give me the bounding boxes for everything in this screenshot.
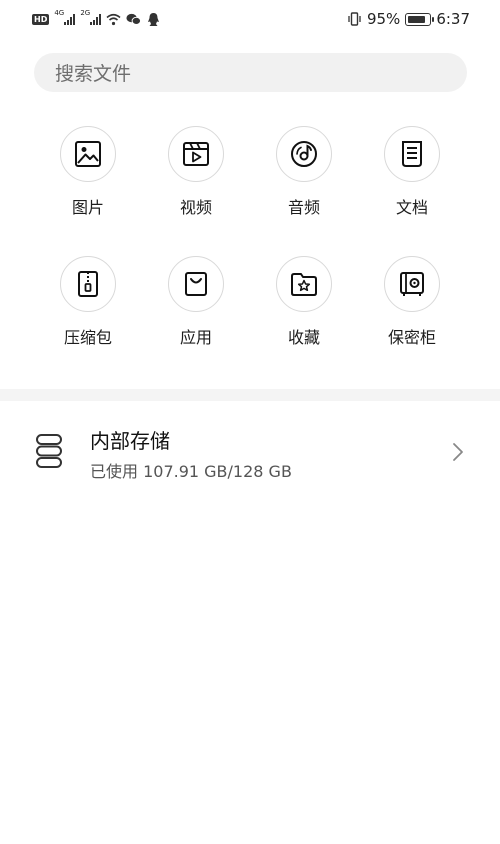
document-icon bbox=[384, 126, 440, 182]
category-apps[interactable]: 应用 bbox=[142, 256, 250, 348]
chevron-right-icon bbox=[451, 442, 465, 462]
app-bag-icon bbox=[168, 256, 224, 312]
storage-icon bbox=[36, 434, 62, 468]
category-label: 应用 bbox=[179, 328, 212, 347]
battery-fill bbox=[408, 15, 426, 23]
qq-icon bbox=[146, 12, 161, 27]
battery-percent: 95% bbox=[366, 10, 401, 28]
category-label: 收藏 bbox=[287, 328, 320, 347]
network-type-sim1: 4G bbox=[54, 9, 65, 17]
status-right: 95% 6:37 bbox=[347, 10, 470, 28]
category-label: 音频 bbox=[287, 198, 320, 217]
wifi-icon bbox=[106, 12, 121, 27]
signal-icon-sim1: 4G bbox=[54, 9, 76, 25]
search-placeholder: 搜索文件 bbox=[55, 63, 132, 85]
vibrate-icon bbox=[347, 12, 362, 27]
search-input[interactable]: 搜索文件 bbox=[34, 53, 467, 92]
signal-icon-sim2: 2G bbox=[80, 9, 102, 25]
section-divider bbox=[0, 389, 500, 401]
category-label: 图片 bbox=[71, 198, 104, 217]
safe-icon bbox=[384, 256, 440, 312]
battery-icon bbox=[405, 12, 435, 26]
storage-usage: 已使用 107.91 GB/128 GB bbox=[90, 462, 292, 481]
video-icon bbox=[168, 126, 224, 182]
category-videos[interactable]: 视频 bbox=[142, 126, 250, 218]
category-images[interactable]: 图片 bbox=[34, 126, 142, 218]
internal-storage-row[interactable]: 内部存储 已使用 107.91 GB/128 GB bbox=[0, 401, 500, 501]
storage-title: 内部存储 bbox=[90, 429, 170, 453]
clock: 6:37 bbox=[436, 10, 470, 28]
category-documents[interactable]: 文档 bbox=[358, 126, 466, 218]
status-left: HD 4G 2G bbox=[32, 9, 161, 27]
category-label: 压缩包 bbox=[63, 328, 112, 347]
archive-icon bbox=[60, 256, 116, 312]
audio-icon bbox=[276, 126, 332, 182]
image-icon bbox=[60, 126, 116, 182]
wechat-icon bbox=[126, 12, 142, 27]
network-type-sim2: 2G bbox=[80, 9, 91, 17]
category-archives[interactable]: 压缩包 bbox=[34, 256, 142, 348]
category-label: 保密柜 bbox=[387, 328, 436, 347]
category-audio[interactable]: 音频 bbox=[250, 126, 358, 218]
favorite-folder-icon bbox=[276, 256, 332, 312]
hd-badge: HD bbox=[32, 13, 50, 25]
category-favorites[interactable]: 收藏 bbox=[250, 256, 358, 348]
category-grid: 图片 视频 音频 文档 压缩包 应用 收藏 保密柜 bbox=[34, 126, 466, 348]
category-label: 视频 bbox=[179, 198, 212, 217]
category-safe[interactable]: 保密柜 bbox=[358, 256, 466, 348]
category-label: 文档 bbox=[395, 198, 428, 217]
status-bar: HD 4G 2G 95% 6:37 bbox=[0, 0, 500, 38]
